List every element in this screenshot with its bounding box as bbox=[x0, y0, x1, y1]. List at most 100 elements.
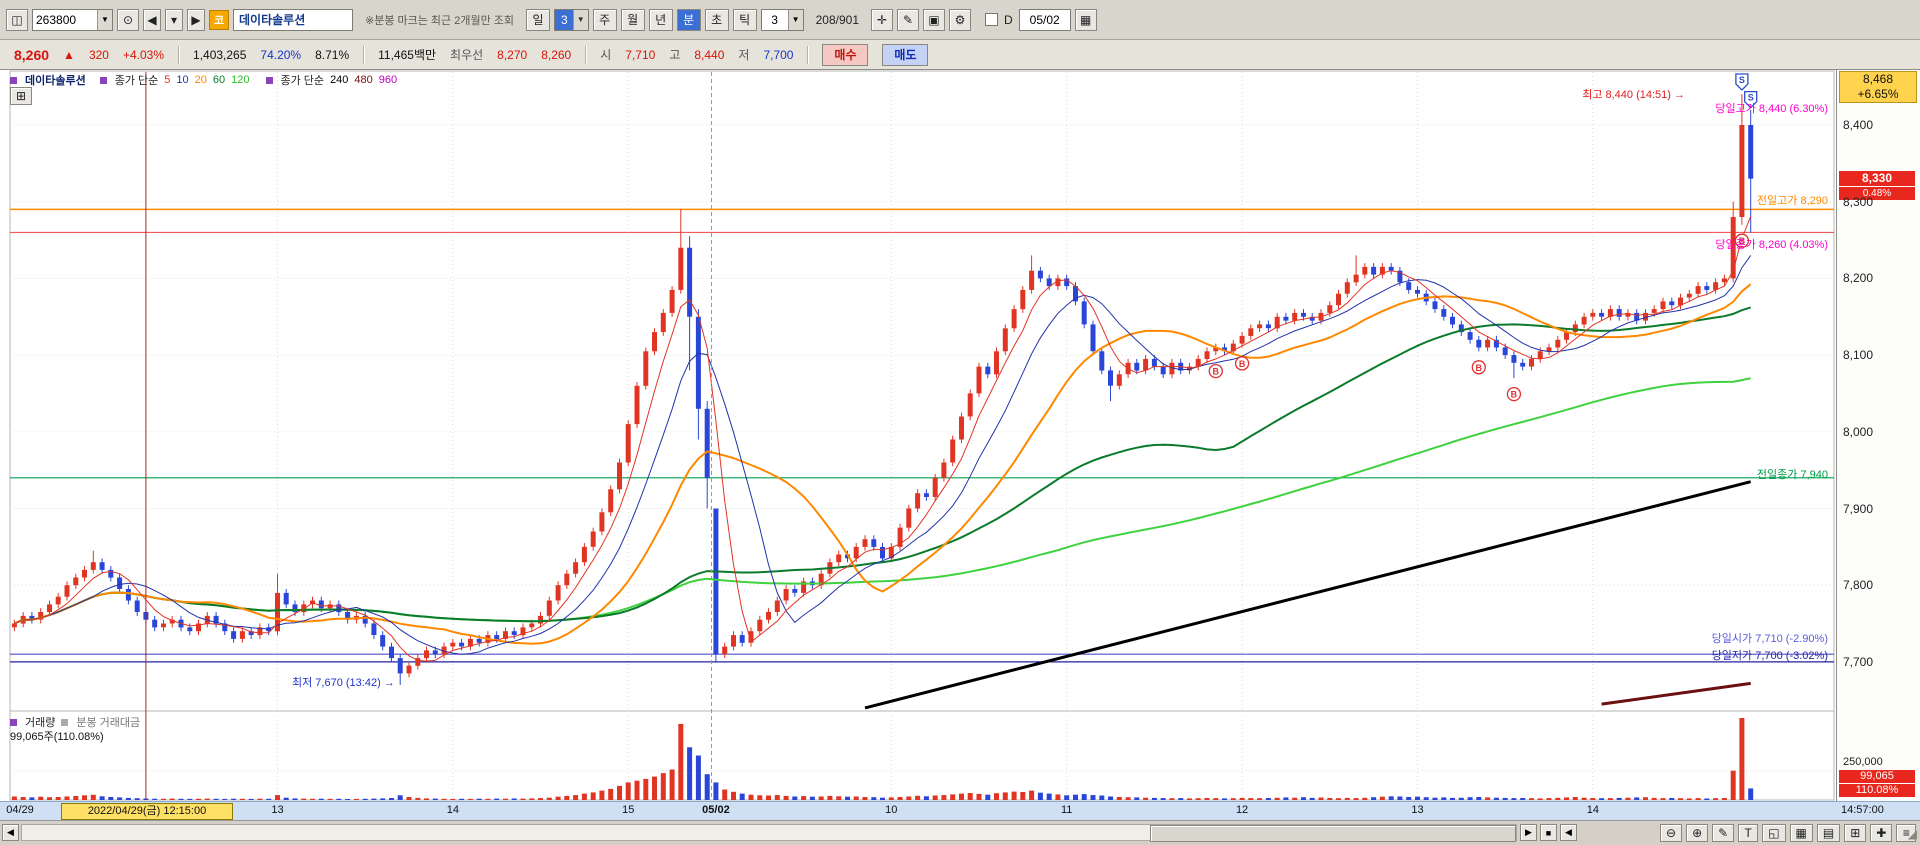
cursor-time-box: 2022/04/29(금) 12:15:00 bbox=[61, 803, 233, 820]
add-pane-button[interactable]: ⊞ bbox=[1844, 824, 1866, 842]
sell-button[interactable]: 매도 bbox=[882, 44, 928, 66]
period-week-button[interactable]: 주 bbox=[593, 9, 617, 31]
volume-bar bbox=[398, 795, 403, 800]
zoom-out-icon: ⊖ bbox=[1666, 826, 1676, 840]
volume-bar bbox=[117, 797, 122, 800]
scroll-right-button[interactable]: ▶ bbox=[1520, 824, 1537, 841]
arrow-left-icon: ◀ bbox=[147, 13, 156, 27]
best-ask: 8,270 bbox=[497, 48, 527, 62]
date-input[interactable] bbox=[1020, 11, 1070, 29]
prev-stock-button[interactable]: ◀ bbox=[143, 9, 161, 31]
volume-bar bbox=[1678, 798, 1683, 800]
x-axis-tick: 13 bbox=[259, 804, 295, 816]
scroll-mode-button[interactable]: ■ bbox=[1540, 824, 1557, 841]
period-month-button[interactable]: 월 bbox=[621, 9, 645, 31]
ma5-legend: 5 bbox=[164, 74, 170, 86]
save-chart-button[interactable]: ▣ bbox=[923, 9, 945, 31]
calendar-icon-button[interactable]: ▦ bbox=[1075, 9, 1097, 31]
x-axis-tick: 12 bbox=[1224, 804, 1260, 816]
candle-body bbox=[1555, 340, 1560, 348]
data-grid-button[interactable]: ⊞ bbox=[10, 87, 32, 105]
volume-bar bbox=[521, 799, 526, 800]
candle-body bbox=[1152, 359, 1157, 367]
ma-10-line bbox=[14, 255, 1750, 654]
candle-body bbox=[608, 489, 613, 512]
candle-body bbox=[1415, 290, 1420, 294]
trading-chart-window: ◫ ▼ ⊙ ◀ ▾ ▶ 코 데이타솔루션 ※분봉 마크는 최근 2개월만 조회 … bbox=[0, 0, 1920, 845]
next-stock-button[interactable]: ▶ bbox=[187, 9, 205, 31]
scroll-left-button[interactable]: ◀ bbox=[2, 824, 19, 841]
volume-bar bbox=[889, 797, 894, 800]
volume-bar bbox=[179, 799, 184, 800]
period-value-combo[interactable]: 3▼ bbox=[554, 9, 589, 31]
search-icon-button[interactable]: ⊙ bbox=[117, 9, 139, 31]
interval-dropdown[interactable]: ▼ bbox=[788, 10, 803, 30]
divider bbox=[807, 46, 808, 64]
pane-layout-button[interactable]: ▤ bbox=[1817, 824, 1840, 842]
scrollbar-thumb[interactable] bbox=[1150, 825, 1516, 842]
x-axis-tick: 15 bbox=[610, 804, 646, 816]
stock-code-input[interactable] bbox=[33, 11, 97, 29]
candle-body bbox=[1520, 363, 1525, 367]
candle-body bbox=[126, 589, 131, 601]
svg-text:S: S bbox=[1748, 93, 1754, 103]
open-price: 7,710 bbox=[625, 48, 655, 62]
y-axis-label: 8,000 bbox=[1843, 425, 1873, 439]
date-checkbox[interactable] bbox=[985, 13, 998, 26]
candle-body bbox=[1020, 290, 1025, 309]
type-minute-button[interactable]: 분 bbox=[677, 9, 701, 31]
candle-body bbox=[1108, 370, 1113, 385]
period-year-button[interactable]: 년 bbox=[649, 9, 673, 31]
stock-nav-dropdown[interactable]: ▾ bbox=[165, 9, 183, 31]
zoom-in-button[interactable]: ⊕ bbox=[1686, 824, 1708, 842]
chart-area: BBBBBSS 데이타솔루션 종가 단순 5 10 20 60 120 종가 단… bbox=[0, 70, 1920, 820]
volume-bar bbox=[47, 797, 52, 800]
volume-bar bbox=[1003, 792, 1008, 800]
current-time-label: 14:57:00 bbox=[1841, 804, 1884, 816]
candle-body bbox=[713, 509, 718, 655]
settings-gear-button[interactable]: ⚙ bbox=[949, 9, 971, 31]
period-day-button[interactable]: 일 bbox=[526, 9, 550, 31]
expand-button[interactable]: ◱ bbox=[1762, 824, 1785, 842]
scroll-back-button[interactable]: ◀ bbox=[1560, 824, 1577, 841]
chevron-down-icon: ▼ bbox=[573, 10, 588, 30]
window-icon-button[interactable]: ◫ bbox=[6, 9, 28, 31]
candle-body bbox=[1617, 309, 1622, 317]
candle-body bbox=[1582, 317, 1587, 325]
candle-body bbox=[1362, 267, 1367, 275]
crosshair-tool-button[interactable]: ✛ bbox=[871, 9, 893, 31]
volume-bar bbox=[1661, 798, 1666, 800]
grid-style-button[interactable]: ▦ bbox=[1790, 824, 1813, 842]
volume-bar bbox=[792, 797, 797, 801]
interval-input[interactable] bbox=[762, 11, 788, 29]
ma960-legend: 960 bbox=[379, 74, 397, 86]
candle-body bbox=[643, 351, 648, 386]
candle-body bbox=[380, 635, 385, 647]
candle-body bbox=[1161, 367, 1166, 375]
chevron-down-icon: ▾ bbox=[171, 13, 177, 27]
zoom-out-button[interactable]: ⊖ bbox=[1660, 824, 1682, 842]
volume-bar bbox=[547, 798, 552, 800]
divider bbox=[363, 46, 364, 64]
draw-line-button[interactable]: ✎ bbox=[1712, 824, 1734, 842]
type-second-button[interactable]: 초 bbox=[705, 9, 729, 31]
resize-grip[interactable]: ◢ bbox=[1908, 827, 1917, 841]
candle-body bbox=[1038, 271, 1043, 279]
draw-tool-button[interactable]: ✎ bbox=[897, 9, 919, 31]
volume-bar bbox=[1617, 798, 1622, 800]
y-axis-label: 7,800 bbox=[1843, 578, 1873, 592]
interval-combo: ▼ bbox=[761, 9, 804, 31]
crosshair-mode-button[interactable]: ✚ bbox=[1870, 824, 1892, 842]
chart-canvas[interactable]: BBBBBSS bbox=[0, 70, 1836, 801]
text-tool-button[interactable]: T bbox=[1738, 824, 1758, 842]
stock-code-dropdown[interactable]: ▼ bbox=[97, 10, 112, 30]
chart-scrollbar[interactable] bbox=[21, 824, 1517, 841]
candle-body bbox=[1205, 351, 1210, 359]
volume-bar bbox=[713, 782, 718, 800]
type-tick-button[interactable]: 틱 bbox=[733, 9, 757, 31]
candle-body bbox=[284, 593, 289, 605]
market-badge: 코 bbox=[209, 10, 229, 30]
candle-body bbox=[722, 647, 727, 655]
buy-button[interactable]: 매수 bbox=[822, 44, 868, 66]
volume-bar bbox=[1590, 798, 1595, 800]
